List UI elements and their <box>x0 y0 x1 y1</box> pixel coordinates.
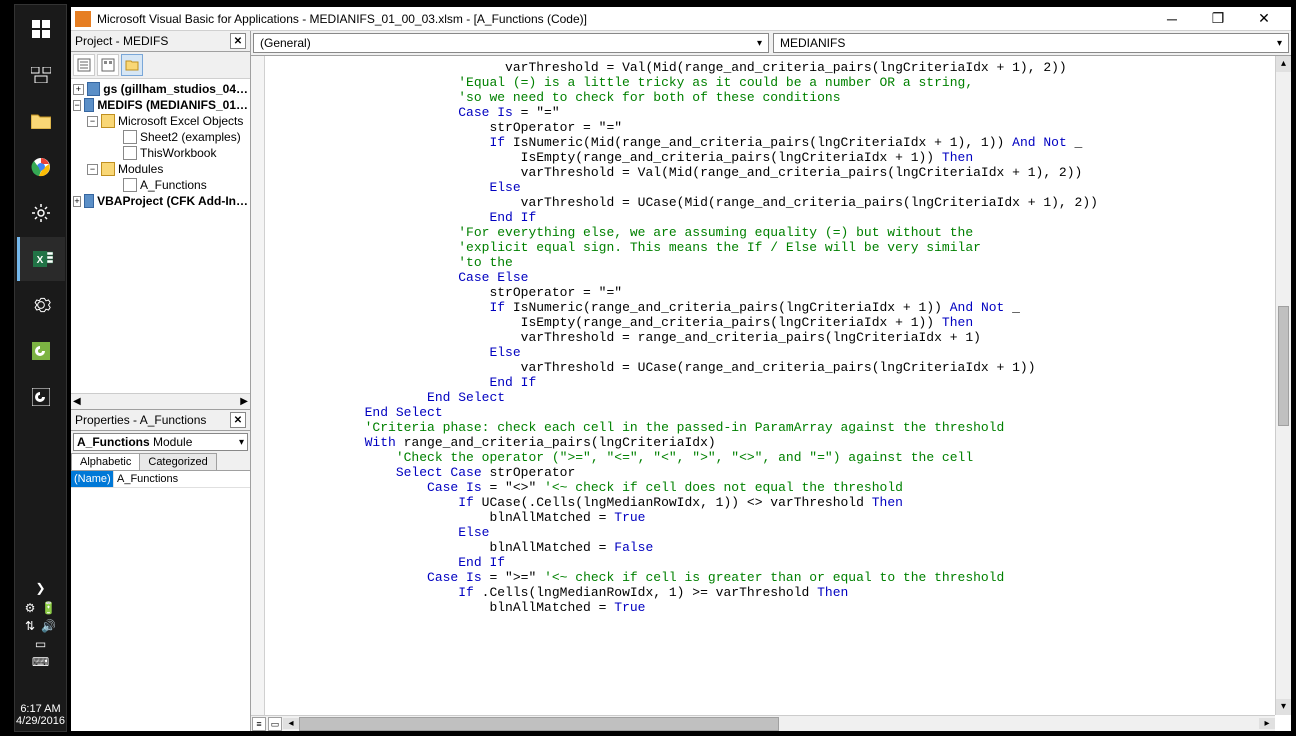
procedure-view-toggle[interactable]: ≡ <box>252 717 266 731</box>
tree-toggle[interactable]: − <box>87 116 98 127</box>
tray-settings-icon[interactable]: ⚙ <box>25 601 36 615</box>
vscroll-thumb[interactable] <box>1278 306 1289 426</box>
prop-name-key: (Name) <box>71 471 113 487</box>
project-tree[interactable]: + gs (gillham_studios_04… − MEDIFS (MEDIAN… <box>71 79 250 393</box>
code-editor[interactable]: varThreshold = Val(Mid(range_and_criteri… <box>265 56 1275 715</box>
clock-time: 6:17 AM <box>15 703 66 715</box>
properties-panel-header[interactable]: Properties - A_Functions ✕ <box>71 410 250 431</box>
tree-toggle[interactable]: − <box>73 100 81 111</box>
properties-object-combo[interactable]: A_Functions Module ▾ <box>73 433 248 451</box>
taskbar-clock[interactable]: 6:17 AM 4/29/2016 <box>15 703 66 727</box>
battery-icon[interactable]: 🔋 <box>41 601 56 615</box>
tree-toggle[interactable]: + <box>73 196 81 207</box>
project-panel-header[interactable]: Project - MEDIFS ✕ <box>71 31 250 52</box>
view-code-button[interactable] <box>73 54 95 76</box>
project-panel-close[interactable]: ✕ <box>230 33 246 49</box>
volume-icon[interactable]: 🔊 <box>41 619 56 633</box>
vba-ide-window: Microsoft Visual Basic for Applications … <box>70 6 1292 732</box>
toggle-folders-button[interactable] <box>121 54 143 76</box>
titlebar-text: Microsoft Visual Basic for Applications … <box>97 12 1149 26</box>
tree-label[interactable]: Microsoft Excel Objects <box>118 114 243 128</box>
chrome-icon[interactable] <box>17 145 65 189</box>
tree-label[interactable]: ThisWorkbook <box>140 146 216 160</box>
project-panel-title: Project - MEDIFS <box>75 34 168 48</box>
workbook-icon <box>123 146 137 160</box>
code-margin <box>251 56 265 715</box>
minimize-button[interactable]: ─ <box>1149 7 1195 31</box>
tree-label[interactable]: VBAProject (CFK Add-In… <box>97 194 248 208</box>
tab-alphabetic[interactable]: Alphabetic <box>71 453 140 470</box>
properties-panel-title: Properties - A_Functions <box>75 413 206 427</box>
scroll-up-arrow[interactable]: ▴ <box>1276 56 1291 72</box>
scroll-left-arrow[interactable]: ◂ <box>283 718 299 729</box>
full-module-view-toggle[interactable]: ▭ <box>268 717 282 731</box>
tree-label[interactable]: Sheet2 (examples) <box>140 130 241 144</box>
tree-label[interactable]: gs (gillham_studios_04… <box>103 82 248 96</box>
object-combo-label: (General) <box>260 36 311 50</box>
hscroll-thumb[interactable] <box>299 717 779 731</box>
windows-taskbar: X ❯ ⚙ 🔋 ⇅ 🔊 ▭ ⌨ 6:17 AM 4/29/2016 <box>14 4 67 732</box>
folder-icon <box>101 114 115 128</box>
file-explorer-icon[interactable] <box>17 99 65 143</box>
project-toolbar <box>71 52 250 79</box>
code-vscroll[interactable]: ▴ ▾ <box>1275 56 1291 715</box>
settings-icon[interactable] <box>17 191 65 235</box>
procedure-combo-label: MEDIANIFS <box>780 36 845 50</box>
view-object-button[interactable] <box>97 54 119 76</box>
gear-icon[interactable] <box>17 283 65 327</box>
camtasia-icon[interactable] <box>17 329 65 373</box>
tree-toggle[interactable]: + <box>73 84 84 95</box>
folder-icon <box>101 162 115 176</box>
keyboard-icon[interactable]: ⌨ <box>32 655 49 669</box>
close-button[interactable]: ✕ <box>1241 7 1287 31</box>
expand-tray-icon[interactable]: ❯ <box>15 577 66 599</box>
project-icon <box>87 82 101 96</box>
tree-hscroll[interactable]: ◀▶ <box>71 393 250 409</box>
taskbar-system-tray: ❯ ⚙ 🔋 ⇅ 🔊 ▭ ⌨ <box>15 577 66 671</box>
tree-label[interactable]: MEDIFS (MEDIANIFS_01… <box>97 98 248 112</box>
app-icon <box>75 11 91 27</box>
action-center-icon[interactable]: ▭ <box>35 637 46 651</box>
svg-text:X: X <box>36 255 43 266</box>
start-button[interactable] <box>17 7 65 51</box>
tree-toggle[interactable]: − <box>87 164 98 175</box>
object-combo[interactable]: (General) ▾ <box>253 33 769 53</box>
chevron-down-icon: ▾ <box>757 38 762 49</box>
clock-date: 4/29/2016 <box>15 715 66 727</box>
app-icon[interactable] <box>17 375 65 419</box>
maximize-button[interactable]: ❐ <box>1195 7 1241 31</box>
code-hscroll[interactable]: ≡ ▭ ◂ ▸ <box>251 715 1275 731</box>
chevron-down-icon: ▾ <box>239 437 244 448</box>
module-icon <box>123 178 137 192</box>
project-icon <box>84 98 94 112</box>
chevron-down-icon: ▾ <box>1277 38 1282 49</box>
scroll-right-arrow[interactable]: ▸ <box>1259 718 1275 729</box>
tab-categorized[interactable]: Categorized <box>139 453 216 470</box>
task-view-icon[interactable] <box>17 53 65 97</box>
titlebar[interactable]: Microsoft Visual Basic for Applications … <box>71 7 1291 31</box>
properties-grid[interactable]: (Name) A_Functions <box>71 471 250 731</box>
tree-label[interactable]: A_Functions <box>140 178 207 192</box>
tree-label[interactable]: Modules <box>118 162 163 176</box>
project-icon <box>84 194 94 208</box>
scroll-down-arrow[interactable]: ▾ <box>1276 699 1291 715</box>
procedure-combo[interactable]: MEDIANIFS ▾ <box>773 33 1289 53</box>
prop-name-value[interactable]: A_Functions <box>113 471 250 487</box>
properties-panel-close[interactable]: ✕ <box>230 412 246 428</box>
network-icon[interactable]: ⇅ <box>25 619 35 633</box>
sheet-icon <box>123 130 137 144</box>
excel-icon[interactable]: X <box>17 237 65 281</box>
